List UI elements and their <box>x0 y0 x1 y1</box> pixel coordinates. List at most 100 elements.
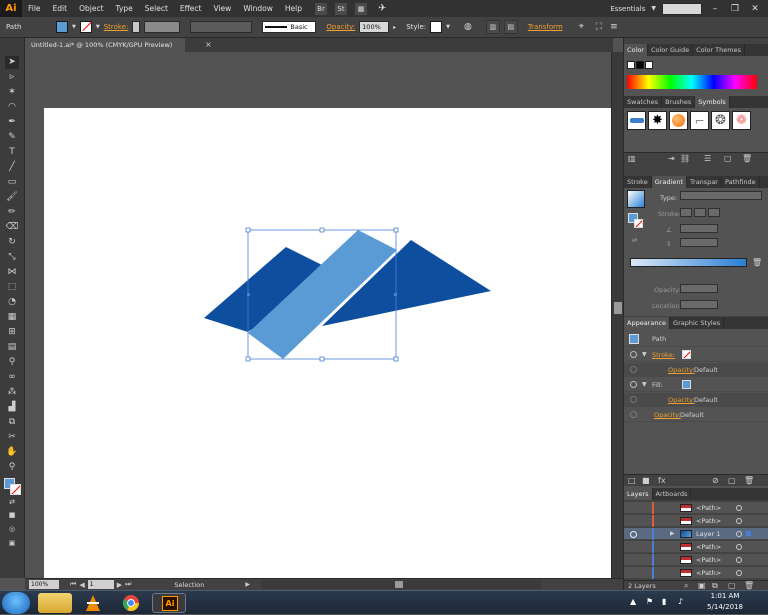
tab-swatches[interactable]: Swatches <box>624 96 663 108</box>
vlc-icon[interactable] <box>76 593 110 613</box>
new-symbol-icon[interactable]: ▢ <box>724 153 732 165</box>
status-menu-icon[interactable]: ▶ <box>245 581 250 588</box>
handle-top-middle[interactable] <box>319 227 325 233</box>
eye-icon[interactable] <box>630 351 637 358</box>
stroke-opacity-label[interactable]: Opacity: <box>668 366 695 374</box>
tab-brushes[interactable]: Brushes <box>662 96 696 108</box>
appearance-stroke-row[interactable]: ▼ Stroke: <box>624 348 768 362</box>
previous-artboard-icon[interactable]: ◀ <box>79 581 84 589</box>
tab-gradient[interactable]: Gradient <box>651 176 688 188</box>
symbol-gray-ring[interactable]: ❂ <box>711 111 730 130</box>
volume-icon[interactable]: ♪ <box>678 597 683 606</box>
white-swatch[interactable] <box>645 61 653 69</box>
artwork-canvas[interactable] <box>0 0 611 578</box>
tab-color-guide[interactable]: Color Guide <box>648 44 694 56</box>
symbol-options-icon[interactable]: ☰ <box>704 153 711 165</box>
eye-icon[interactable] <box>630 381 637 388</box>
handle-bottom-left[interactable] <box>245 356 251 362</box>
tab-layers[interactable]: Layers <box>624 488 653 500</box>
gradient-angle-input[interactable] <box>680 224 718 233</box>
gradient-slider[interactable] <box>630 258 747 267</box>
tab-color[interactable]: Color <box>624 44 648 56</box>
minimize-button[interactable]: – <box>708 3 722 15</box>
fill-color-icon[interactable] <box>682 380 691 389</box>
color-spectrum[interactable] <box>627 75 757 89</box>
symbol-pink-flower[interactable]: ❁ <box>732 111 751 130</box>
chevron-down-icon[interactable]: ▼ <box>651 5 656 12</box>
gradient-location-input[interactable] <box>680 300 718 309</box>
eye-icon[interactable] <box>630 366 637 373</box>
handle-bottom-middle[interactable] <box>319 356 325 362</box>
duplicate-item-icon[interactable]: ▢ <box>728 475 736 487</box>
delete-symbol-icon[interactable]: 🗑 <box>742 153 752 165</box>
vertical-scrollbar[interactable] <box>611 52 623 578</box>
gradient-stroke-swatch[interactable] <box>634 219 643 228</box>
target-icon[interactable] <box>736 518 742 524</box>
eye-icon[interactable] <box>630 396 637 403</box>
appearance-object-row[interactable]: Path <box>624 331 768 347</box>
layer-row-path[interactable]: <Path> <box>624 541 768 553</box>
target-icon[interactable] <box>736 557 742 563</box>
place-symbol-icon[interactable]: ⇥ <box>668 153 675 165</box>
add-fill-icon[interactable]: ■ <box>642 475 650 487</box>
fill-opacity-label[interactable]: Opacity: <box>668 396 695 404</box>
horizontal-scrollbar[interactable] <box>261 580 541 589</box>
add-stroke-icon[interactable]: □ <box>628 475 636 487</box>
vertical-scroll-thumb[interactable] <box>614 302 622 314</box>
artboard-number-input[interactable]: 1 <box>87 580 114 589</box>
gradient-opacity-input[interactable] <box>680 284 718 293</box>
symbol-orange-sphere[interactable] <box>669 111 688 130</box>
appearance-fill-opacity-row[interactable]: Opacity: Default <box>624 393 768 407</box>
illustrator-taskbar-button[interactable]: Ai <box>152 593 186 613</box>
reverse-gradient-icon[interactable]: ⇄ <box>632 236 637 244</box>
tab-symbols[interactable]: Symbols <box>695 96 730 108</box>
search-help-input[interactable] <box>662 2 702 15</box>
tray-arrow-icon[interactable]: ▲ <box>630 597 636 606</box>
symbol-gray-scroll[interactable]: ⌐ <box>690 111 709 130</box>
handle-middle-right[interactable] <box>394 293 397 296</box>
system-clock[interactable]: 1:01 AM 5/14/2018 <box>694 591 756 615</box>
delete-stop-icon[interactable]: 🗑 <box>752 258 762 267</box>
stroke-gradient-within-button[interactable] <box>680 208 692 217</box>
add-effect-icon[interactable]: fx <box>658 475 666 487</box>
layer-row-path[interactable]: <Path> <box>624 567 768 579</box>
file-explorer-icon[interactable] <box>38 593 72 613</box>
tray-flag-icon[interactable]: ⚑ <box>646 597 653 606</box>
workspace-switcher[interactable]: Essentials <box>610 5 645 13</box>
start-button[interactable] <box>2 592 30 614</box>
handle-top-left[interactable] <box>245 227 251 233</box>
appearance-stroke-opacity-row[interactable]: Opacity: Default <box>624 363 768 377</box>
horizontal-scroll-thumb[interactable] <box>395 581 403 588</box>
network-icon[interactable]: ▮ <box>662 597 666 606</box>
appearance-fill-row[interactable]: ▼ Fill: <box>624 378 768 392</box>
handle-top-right[interactable] <box>393 227 399 233</box>
symbol-blue-brush[interactable] <box>627 111 646 130</box>
expand-triangle-icon[interactable]: ▶ <box>670 530 675 537</box>
first-artboard-icon[interactable]: ⏮ <box>70 580 76 589</box>
eye-icon[interactable] <box>630 411 637 418</box>
zoom-level-dropdown[interactable]: 100% <box>29 580 59 589</box>
none-swatch[interactable] <box>627 61 635 69</box>
target-icon[interactable] <box>736 531 742 537</box>
symbol-black-splatter[interactable]: ✸ <box>648 111 667 130</box>
stroke-none-icon[interactable] <box>682 350 691 359</box>
target-icon[interactable] <box>736 544 742 550</box>
appearance-object-opacity-row[interactable]: Opacity: Default <box>624 408 768 422</box>
close-window-button[interactable]: ✕ <box>748 3 762 15</box>
tab-stroke[interactable]: Stroke <box>624 176 652 188</box>
maximize-button[interactable]: ❐ <box>728 3 742 15</box>
tab-appearance[interactable]: Appearance <box>624 317 671 329</box>
gradient-aspect-input[interactable] <box>680 238 718 247</box>
delete-item-icon[interactable]: 🗑 <box>744 475 754 487</box>
expand-triangle-icon[interactable]: ▼ <box>642 351 647 358</box>
target-icon[interactable] <box>736 505 742 511</box>
expand-triangle-icon[interactable]: ▼ <box>642 381 647 388</box>
panel-menu-icon[interactable]: ≡ <box>610 22 618 32</box>
handle-middle-left[interactable] <box>247 293 250 296</box>
stroke-gradient-along-button[interactable] <box>694 208 706 217</box>
chrome-icon[interactable] <box>114 593 148 613</box>
object-opacity-label[interactable]: Opacity: <box>654 411 681 419</box>
symbol-libraries-icon[interactable]: ▥ <box>628 153 636 165</box>
layer-row-path[interactable]: <Path> <box>624 515 768 527</box>
gradient-type-dropdown[interactable] <box>680 191 762 200</box>
